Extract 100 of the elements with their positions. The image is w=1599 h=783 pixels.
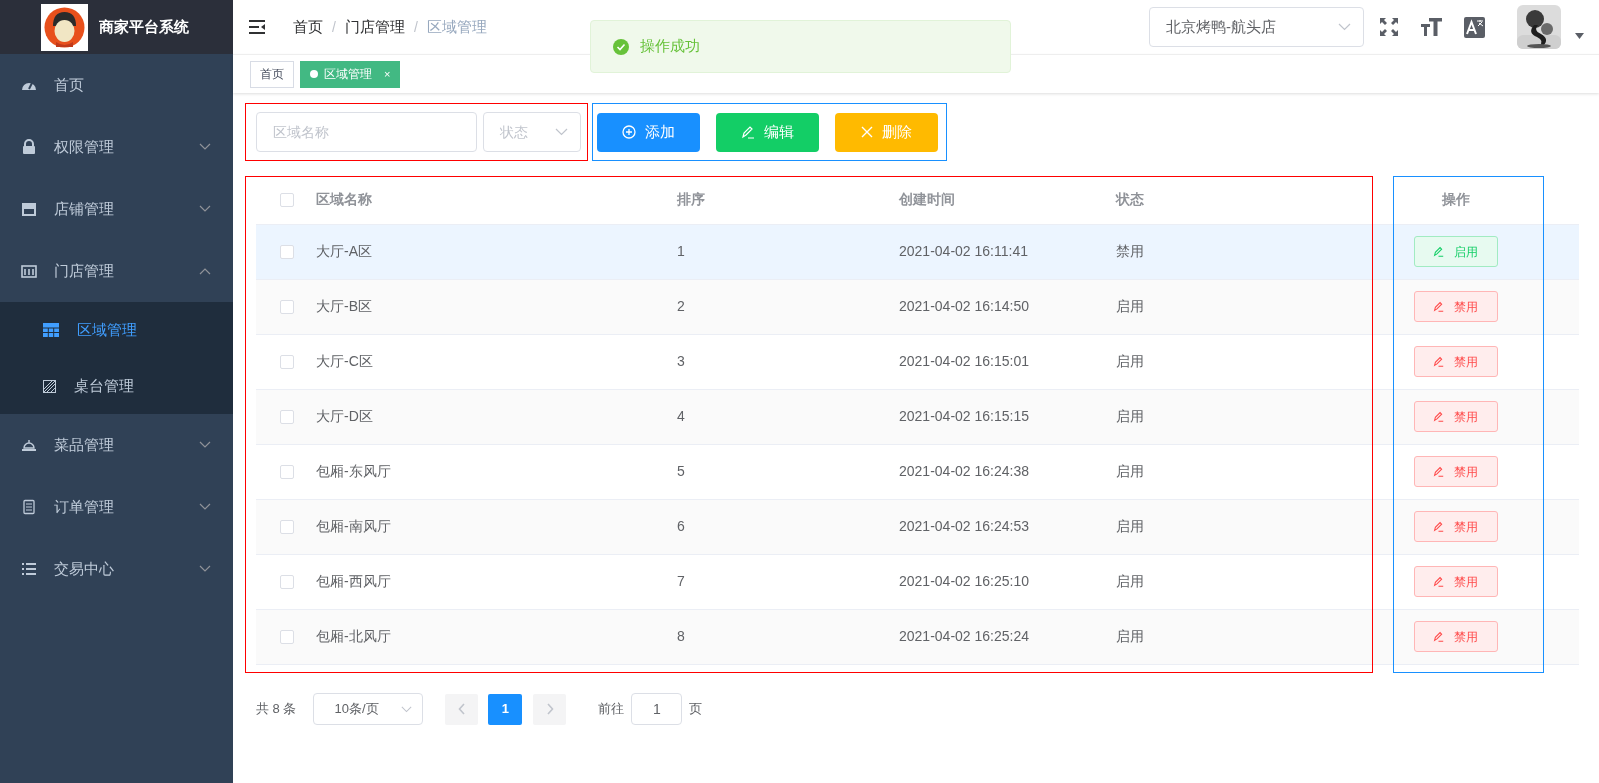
sidebar-item[interactable]: 店铺管理 bbox=[0, 178, 233, 240]
plus-circle-icon bbox=[622, 125, 636, 139]
translate-icon[interactable] bbox=[1464, 16, 1485, 38]
list-icon bbox=[21, 561, 37, 577]
breadcrumb-separator: / bbox=[413, 17, 418, 37]
sidebar-item[interactable]: 菜品管理 bbox=[0, 414, 233, 476]
shop-icon bbox=[21, 201, 37, 217]
table-cell: 包厢-北风厅 bbox=[316, 628, 391, 644]
submenu-item[interactable]: 区域管理 bbox=[0, 302, 233, 358]
sidebar-item[interactable]: 门店管理 bbox=[0, 240, 233, 302]
chevron-left-icon bbox=[457, 703, 466, 715]
table-cell: 3 bbox=[677, 353, 685, 369]
document-icon bbox=[21, 499, 37, 515]
disable-button[interactable]: 禁用 bbox=[1413, 621, 1498, 652]
fullscreen-icon[interactable] bbox=[1379, 17, 1399, 37]
building-icon bbox=[21, 263, 37, 279]
disable-button[interactable]: 禁用 bbox=[1413, 511, 1498, 542]
row-checkbox[interactable] bbox=[280, 519, 294, 534]
submenu-item[interactable]: 桌台管理 bbox=[0, 358, 233, 414]
text-size-icon[interactable] bbox=[1421, 17, 1442, 37]
sidebar-item[interactable]: 权限管理 bbox=[0, 116, 233, 178]
table-cell: 包厢-南风厅 bbox=[316, 518, 391, 534]
table-cell: 2 bbox=[677, 298, 685, 314]
view-tab[interactable]: 首页 bbox=[250, 60, 294, 88]
table-cell: 2021-04-02 16:24:53 bbox=[899, 518, 1029, 534]
table-cell: 包厢-西风厅 bbox=[316, 573, 391, 589]
table-cell: 启用 bbox=[1116, 518, 1144, 534]
table-cell: 2021-04-02 16:11:41 bbox=[899, 243, 1028, 259]
disable-button[interactable]: 禁用 bbox=[1413, 456, 1498, 487]
table-cell: 启用 bbox=[1116, 573, 1144, 589]
row-checkbox[interactable] bbox=[280, 299, 294, 314]
caret-icon[interactable] bbox=[1575, 33, 1584, 39]
table-cell: 7 bbox=[677, 573, 685, 589]
table-cell: 2021-04-02 16:25:24 bbox=[899, 628, 1029, 644]
pencil-icon bbox=[1433, 576, 1444, 587]
select-all-checkbox[interactable] bbox=[280, 192, 294, 207]
breadcrumb-link[interactable]: 首页 bbox=[293, 15, 323, 39]
disable-button[interactable]: 禁用 bbox=[1413, 566, 1498, 597]
chevron-down-icon bbox=[199, 565, 211, 573]
menu-icon[interactable] bbox=[248, 19, 266, 35]
page-jump-field[interactable]: 1 bbox=[631, 693, 683, 725]
sidebar-item[interactable]: 订单管理 bbox=[0, 476, 233, 538]
table-cell: 6 bbox=[677, 518, 685, 534]
page-suffix: 页 bbox=[689, 700, 703, 719]
name-field[interactable]: 区域名称 bbox=[256, 112, 477, 152]
table-cell: 1 bbox=[677, 243, 685, 259]
total-count: 共 8 条 bbox=[256, 700, 297, 719]
pencil-icon bbox=[1433, 246, 1444, 257]
page-size-select[interactable]: 10条/页 bbox=[313, 693, 424, 725]
bell-icon bbox=[21, 437, 37, 453]
pencil-icon bbox=[1433, 301, 1444, 312]
disable-button[interactable]: 禁用 bbox=[1413, 291, 1498, 322]
toast-message: 操作成功 bbox=[590, 20, 1011, 73]
breadcrumb-link[interactable]: 门店管理 bbox=[344, 15, 405, 39]
page-number[interactable]: 1 bbox=[488, 693, 523, 725]
table-cell: 大厅-A区 bbox=[316, 243, 372, 259]
column-header: 创建时间 bbox=[899, 191, 955, 208]
row-checkbox[interactable] bbox=[280, 409, 294, 424]
row-checkbox[interactable] bbox=[280, 244, 294, 259]
table-cell: 启用 bbox=[1116, 408, 1144, 424]
table-cell: 启用 bbox=[1116, 353, 1144, 369]
pencil-icon bbox=[1433, 521, 1444, 532]
hatched-square-icon bbox=[43, 379, 56, 393]
table-cell: 大厅-B区 bbox=[316, 298, 372, 314]
table-cell: 启用 bbox=[1116, 298, 1144, 314]
table-cell: 大厅-C区 bbox=[316, 353, 373, 369]
disable-button[interactable]: 禁用 bbox=[1413, 346, 1498, 377]
chevron-right-icon bbox=[545, 703, 554, 715]
close-icon bbox=[861, 126, 873, 138]
row-checkbox[interactable] bbox=[280, 464, 294, 479]
chevron-up-icon bbox=[199, 267, 211, 275]
table-cell: 8 bbox=[677, 628, 685, 644]
sidebar-item[interactable]: 首页 bbox=[0, 54, 233, 116]
active-dot bbox=[310, 70, 318, 78]
table-cell: 启用 bbox=[1116, 628, 1144, 644]
column-header: 状态 bbox=[1116, 191, 1144, 208]
pencil-icon bbox=[1433, 411, 1444, 422]
column-header: 操作 bbox=[1441, 191, 1470, 208]
table-cell: 4 bbox=[677, 408, 685, 424]
pencil-icon bbox=[1433, 631, 1444, 642]
table-cell: 大厅-D区 bbox=[316, 408, 373, 424]
sidebar-item[interactable]: 交易中心 bbox=[0, 538, 233, 600]
disable-button[interactable]: 禁用 bbox=[1413, 401, 1498, 432]
store-select[interactable]: 北京烤鸭-航头店 bbox=[1149, 7, 1364, 47]
row-checkbox[interactable] bbox=[280, 629, 294, 644]
chevron-down-icon bbox=[199, 441, 211, 449]
table-cell: 2021-04-02 16:15:01 bbox=[899, 353, 1029, 369]
table-cell: 启用 bbox=[1116, 463, 1144, 479]
chevron-down-icon bbox=[199, 143, 211, 151]
row-checkbox[interactable] bbox=[280, 354, 294, 369]
chevron-down-icon bbox=[401, 705, 413, 713]
add-button[interactable]: 添加 bbox=[597, 112, 700, 152]
grid-icon bbox=[43, 323, 59, 337]
lock-icon bbox=[21, 139, 37, 155]
table-cell: 禁用 bbox=[1116, 243, 1144, 259]
table-cell: 5 bbox=[677, 463, 685, 479]
column-header: 排序 bbox=[677, 191, 705, 208]
pencil-icon bbox=[1433, 356, 1444, 367]
chevron-down-icon bbox=[1338, 23, 1351, 31]
row-checkbox[interactable] bbox=[280, 574, 294, 589]
